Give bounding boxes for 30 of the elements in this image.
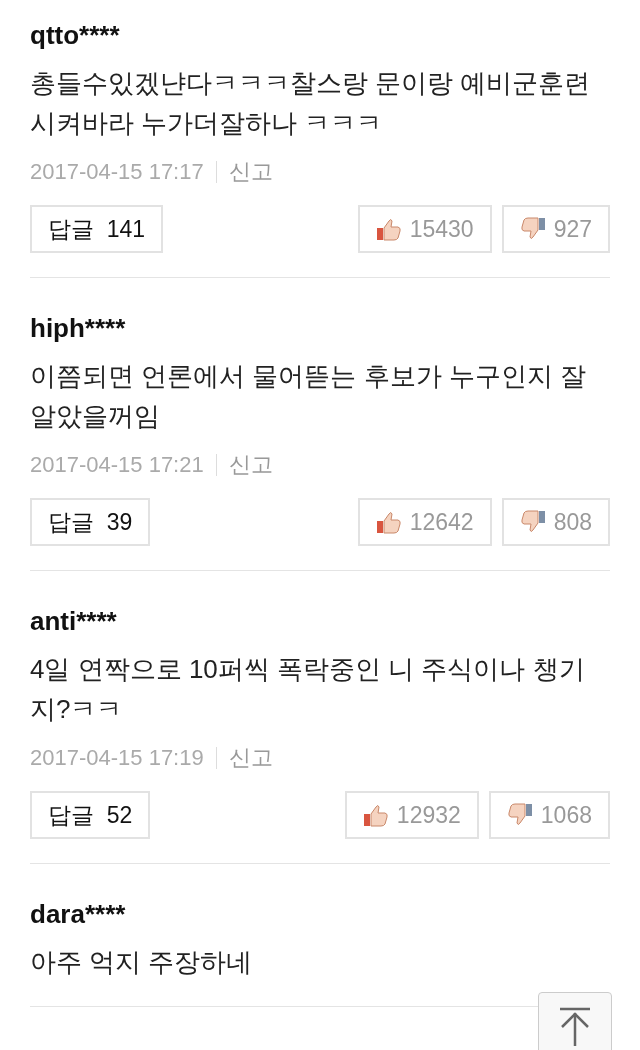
username: dara**** <box>30 898 127 931</box>
thumbs-down-icon <box>519 510 546 534</box>
scroll-to-top-button[interactable] <box>538 992 612 1050</box>
comment-text: 이쯤되면 언론에서 물어뜯는 후보가 누구인지 잘 알았을꺼임 <box>30 360 588 433</box>
thumbs-down-icon <box>506 803 533 827</box>
username: anti**** <box>30 605 118 638</box>
thumbs-up-icon <box>375 217 402 241</box>
comment-text: 아주 억지 주장하네 <box>30 946 254 979</box>
thumbs-up-icon <box>362 803 389 827</box>
comment-date: 2017-04-15 17:17 <box>30 158 204 186</box>
dislike-button[interactable]: 808 <box>501 498 610 546</box>
dislike-button[interactable]: 927 <box>501 205 610 253</box>
username: qtto**** <box>30 19 121 52</box>
report-link[interactable]: 신고 <box>228 450 273 480</box>
thumbs-up-icon <box>375 510 402 534</box>
username: hiph**** <box>30 312 127 345</box>
reply-button[interactable]: 답글 141 <box>30 205 164 253</box>
reply-button[interactable]: 답글 52 <box>30 791 151 839</box>
comment-text: 총들수있겠냔다ㅋㅋㅋ찰스랑 문이랑 예비군훈련 시켜바라 누가더잘하나 ㅋㅋㅋ <box>30 67 592 140</box>
thumbs-down-icon <box>519 217 546 241</box>
comment-text: 4일 연짝으로 10퍼씩 폭락중인 니 주식이나 챙기지?ㅋㅋ <box>30 653 586 726</box>
like-button[interactable]: 12642 <box>357 498 492 546</box>
report-link[interactable]: 신고 <box>228 157 273 187</box>
report-link[interactable]: 신고 <box>228 743 273 773</box>
like-button[interactable]: 15430 <box>357 205 492 253</box>
comment-date: 2017-04-15 17:19 <box>30 744 204 772</box>
dislike-button[interactable]: 1068 <box>488 791 610 839</box>
comment-date: 2017-04-15 17:21 <box>30 451 204 479</box>
reply-button[interactable]: 답글 39 <box>30 498 151 546</box>
like-button[interactable]: 12932 <box>344 791 479 839</box>
